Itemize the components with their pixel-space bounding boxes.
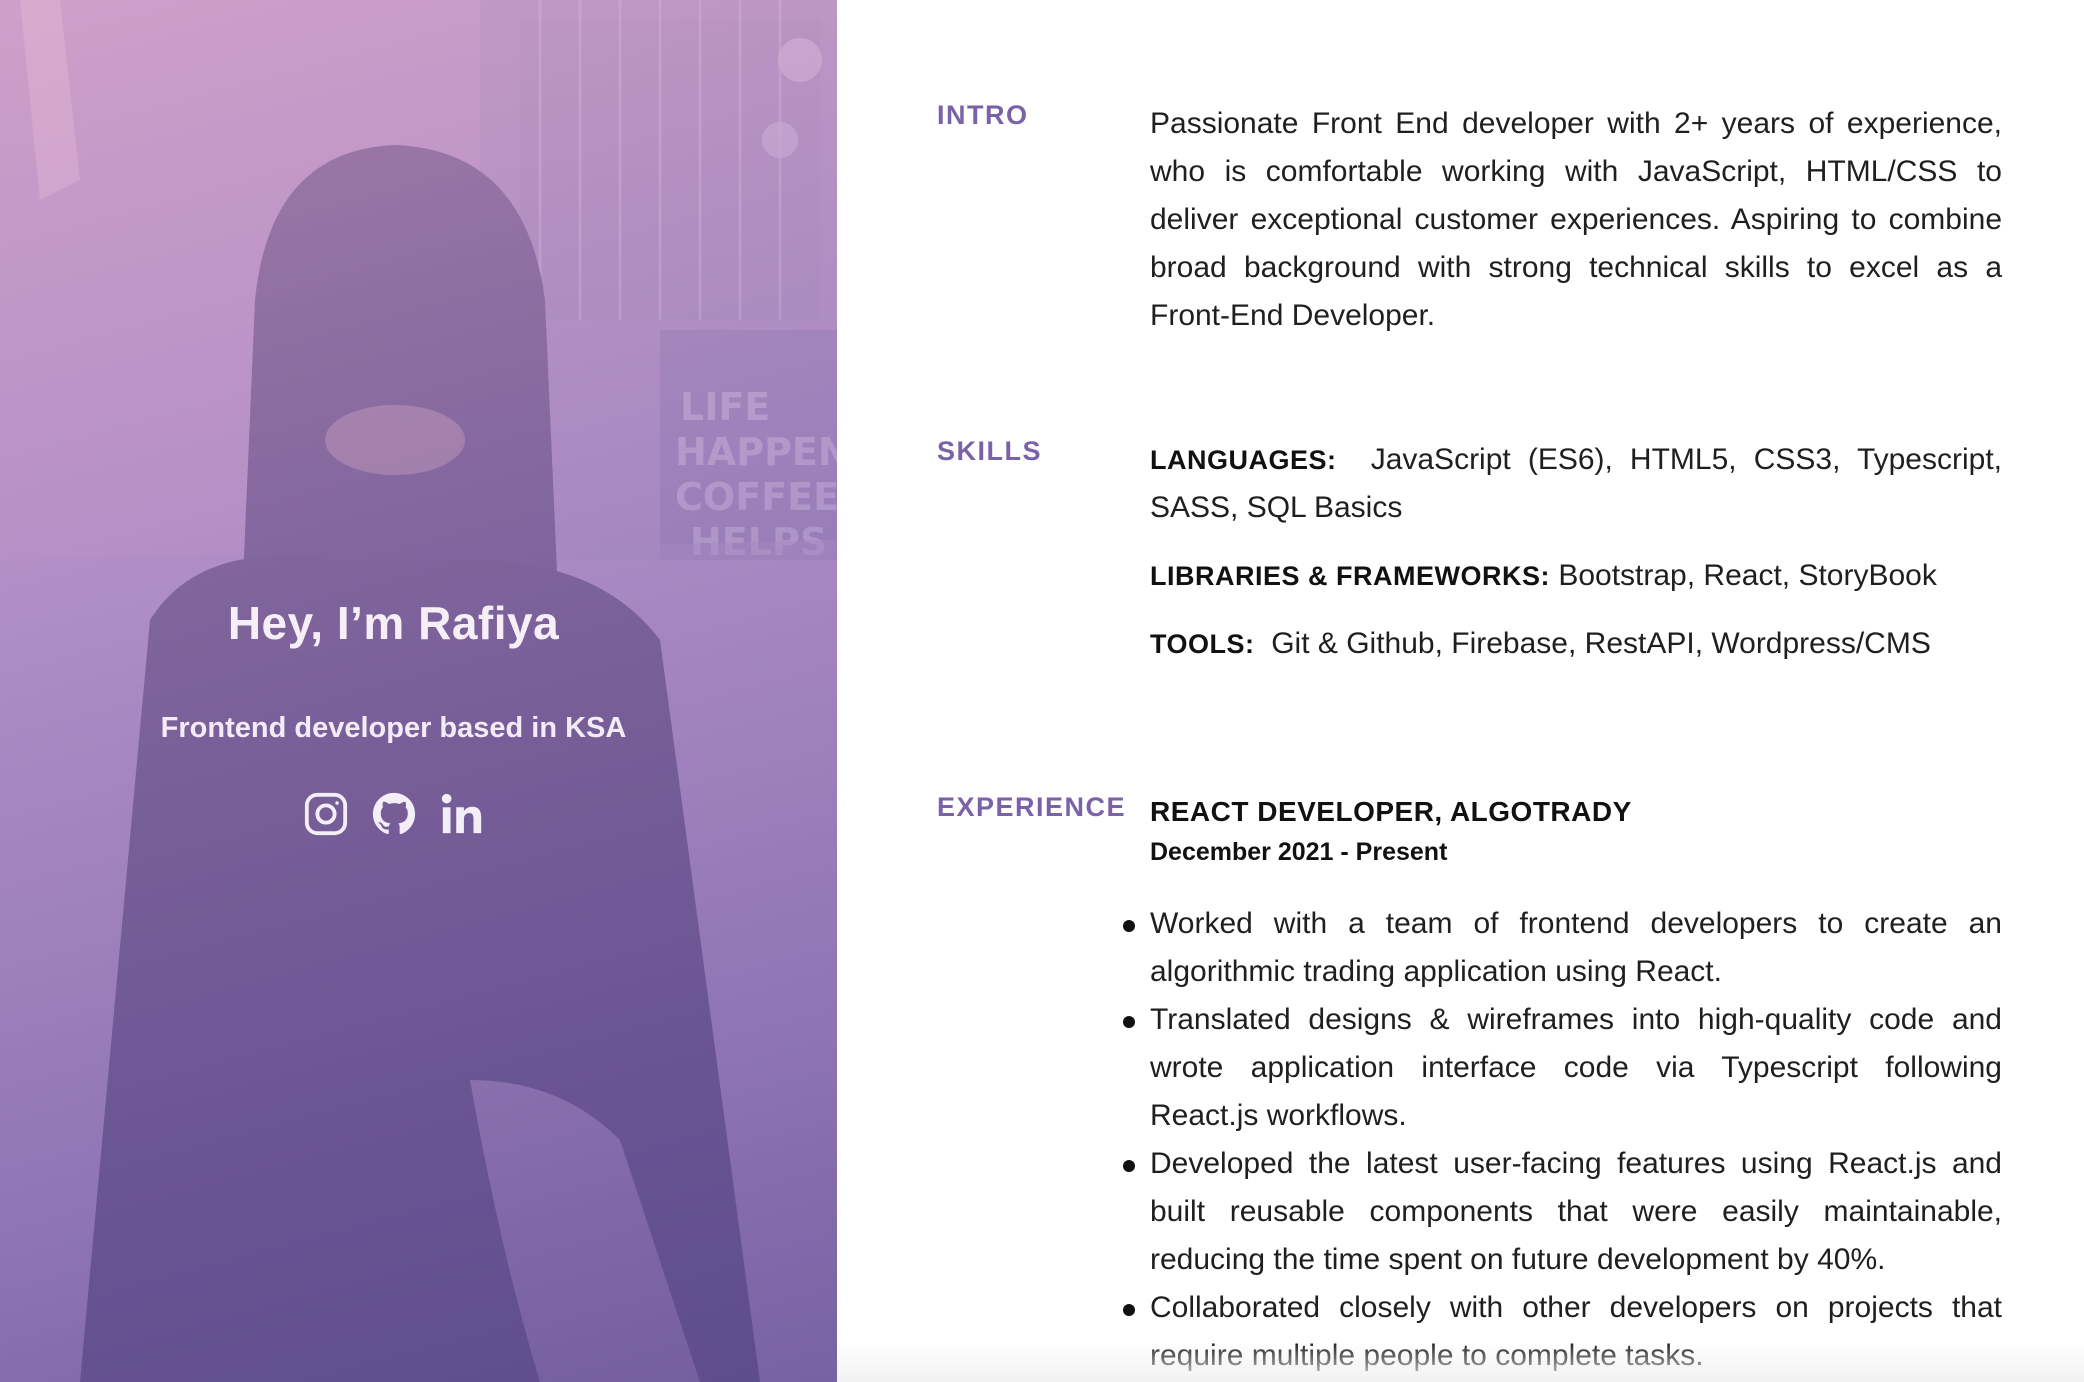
job-dates: December 2021 - Present: [1150, 838, 1448, 866]
github-link[interactable]: [369, 789, 419, 839]
job-title: REACT DEVELOPER, ALGOTRADY: [1150, 796, 1632, 827]
skill-tools: TOOLS: Git & Github, Firebase, RestAPI, …: [1150, 620, 2002, 668]
skills-section: SKILLS LANGUAGES: JavaScript (ES6), HTML…: [837, 436, 2084, 688]
hero-subtitle: Frontend developer based in KSA: [160, 712, 627, 744]
instagram-icon: [304, 792, 347, 836]
linkedin-icon: [441, 793, 481, 834]
skill-languages: LANGUAGES: JavaScript (ES6), HTML5, CSS3…: [1150, 436, 2002, 532]
experience-label: EXPERIENCE: [937, 792, 1127, 822]
skill-libraries-value: Bootstrap, React, StoryBook: [1558, 559, 1937, 592]
github-icon: [372, 792, 415, 835]
job-bullets: Worked with a team of frontend developer…: [1123, 900, 2002, 1380]
social-links: [301, 789, 487, 839]
instagram-link[interactable]: [301, 789, 351, 839]
skill-libraries: LIBRARIES & FRAMEWORKS: Bootstrap, React…: [1150, 552, 2002, 600]
skill-tools-key: TOOLS:: [1150, 629, 1255, 659]
skill-languages-key: LANGUAGES:: [1150, 445, 1337, 475]
resume-page: LIFE HAPPENS COFFEE HELPS Hey, I’m Rafiy…: [0, 0, 2084, 1382]
hero-title: Hey, I’m Rafiya: [227, 597, 560, 649]
job-bullet: Translated designs & wireframes into hig…: [1123, 996, 2002, 1140]
hero-panel: LIFE HAPPENS COFFEE HELPS Hey, I’m Rafiy…: [0, 0, 837, 1382]
job-bullet: Developed the latest user-facing feature…: [1123, 1140, 2002, 1284]
experience-section: EXPERIENCE REACT DEVELOPER, ALGOTRADY De…: [837, 792, 2084, 1380]
skills-label: SKILLS: [937, 436, 1043, 466]
hero-content: Hey, I’m Rafiya Frontend developer based…: [0, 596, 837, 839]
resume-content: INTRO Passionate Front End developer wit…: [837, 0, 2084, 1382]
bottom-fade: [837, 1342, 2084, 1382]
skill-tools-value: Git & Github, Firebase, RestAPI, Wordpre…: [1271, 627, 1931, 660]
skill-libraries-key: LIBRARIES & FRAMEWORKS:: [1150, 561, 1550, 591]
experience-list: REACT DEVELOPER, ALGOTRADY December 2021…: [1123, 792, 2002, 1380]
linkedin-link[interactable]: [437, 789, 487, 839]
intro-label: INTRO: [937, 100, 1029, 130]
job-entry: REACT DEVELOPER, ALGOTRADY December 2021…: [1123, 792, 2002, 1380]
job-bullet: Worked with a team of frontend developer…: [1123, 900, 2002, 996]
intro-text: Passionate Front End developer with 2+ y…: [1150, 107, 2002, 332]
skills-list: LANGUAGES: JavaScript (ES6), HTML5, CSS3…: [1150, 436, 2002, 688]
intro-section: INTRO Passionate Front End developer wit…: [837, 100, 2084, 340]
